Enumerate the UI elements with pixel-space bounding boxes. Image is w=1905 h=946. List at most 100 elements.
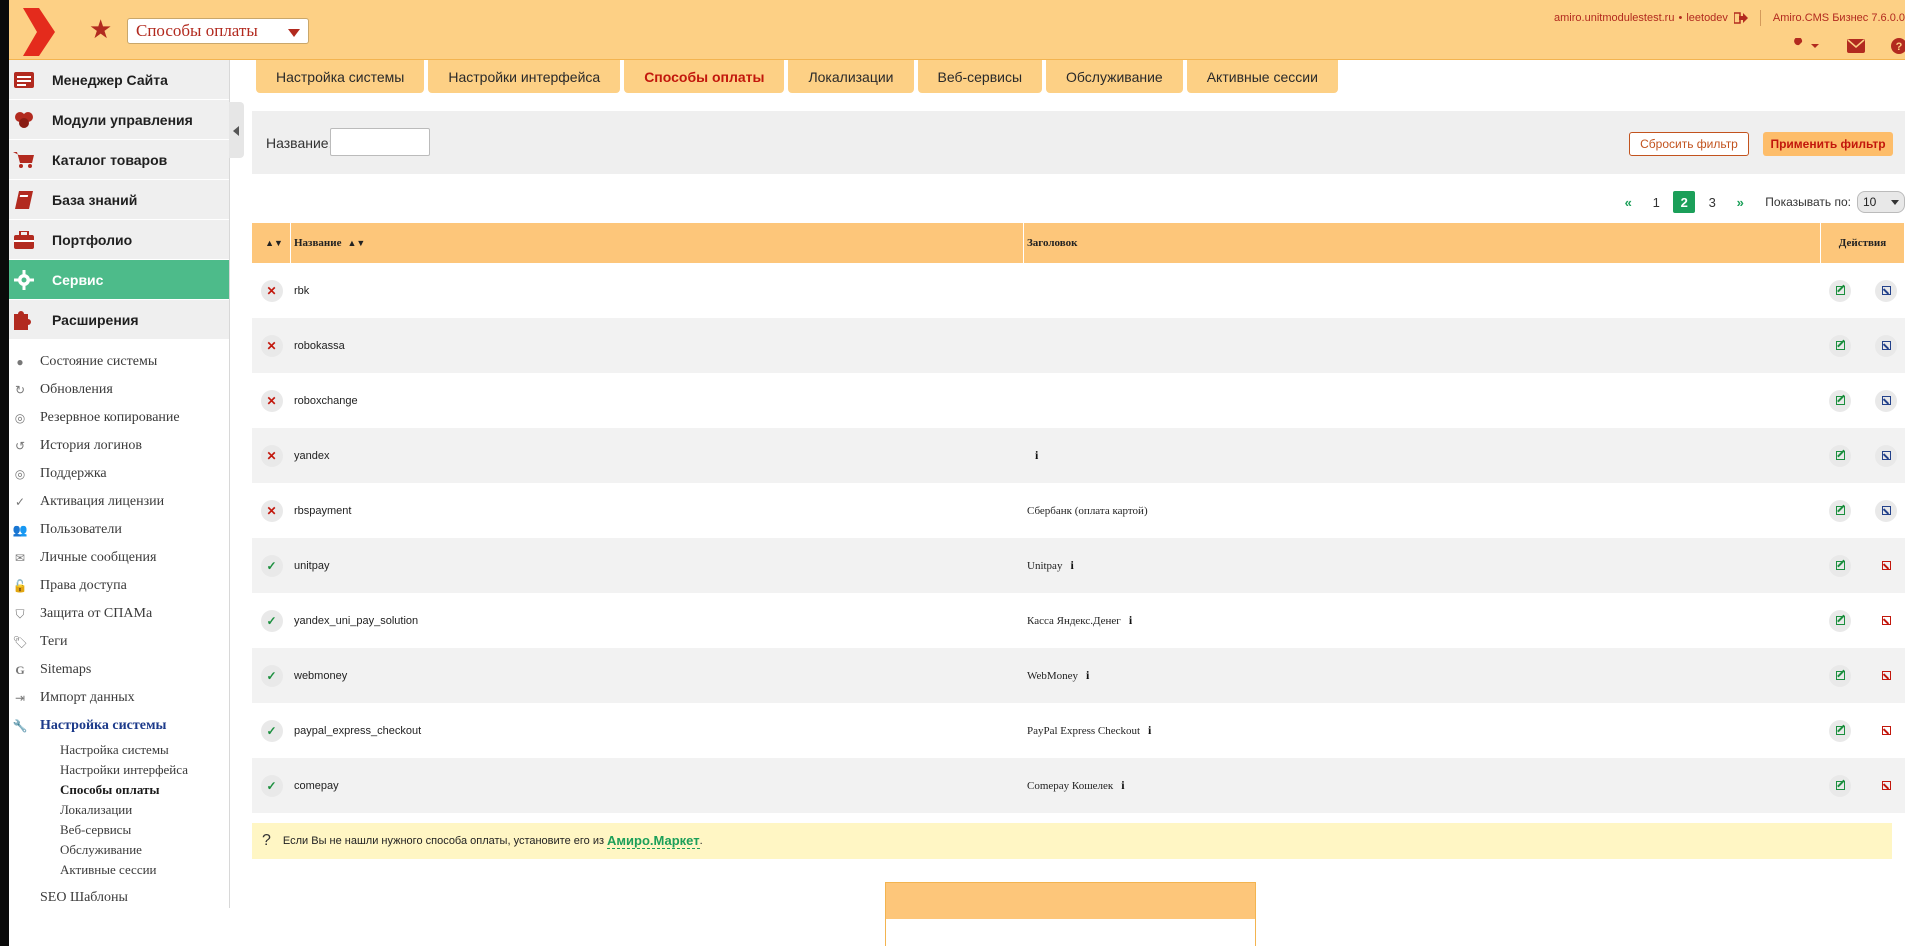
tab-maintenance[interactable]: Обслуживание <box>1046 60 1183 93</box>
sidebar-item-service[interactable]: Сервис <box>9 260 229 300</box>
active-check-icon[interactable]: ✓ <box>260 774 283 797</box>
info-icon[interactable]: i <box>1129 613 1132 628</box>
page-link[interactable]: 3 <box>1701 191 1723 213</box>
delete-button[interactable] <box>1875 775 1897 797</box>
install-button[interactable] <box>1875 389 1897 412</box>
sidebar-subitem-payment-methods[interactable]: Способы оплаты <box>9 780 229 800</box>
edit-button[interactable] <box>1829 334 1851 357</box>
sidebar-item-system-state[interactable]: ● Состояние системы <box>9 348 229 376</box>
sidebar-item-site-manager[interactable]: Менеджер Сайта <box>9 60 229 100</box>
name-filter-input[interactable] <box>330 128 430 156</box>
edit-button[interactable] <box>1829 664 1851 687</box>
sidebar-item-portfolio[interactable]: Портфолио <box>9 220 229 260</box>
sidebar-item-support[interactable]: ◎ Поддержка <box>9 460 229 488</box>
sidebar-item-license[interactable]: ✓ Активация лицензии <box>9 488 229 516</box>
install-button[interactable] <box>1875 444 1897 467</box>
edit-button[interactable] <box>1829 774 1851 797</box>
edit-button[interactable] <box>1829 719 1851 742</box>
info-icon[interactable]: i <box>1070 558 1073 573</box>
install-button[interactable] <box>1875 279 1897 302</box>
delete-button[interactable] <box>1875 610 1897 632</box>
sidebar-subitem-maintenance[interactable]: Обслуживание <box>9 840 229 860</box>
mail-icon[interactable] <box>1847 39 1865 53</box>
logout-icon[interactable] <box>1733 12 1748 24</box>
status-sort-header[interactable]: ▲▼ <box>252 223 291 263</box>
delete-button[interactable] <box>1875 720 1897 742</box>
sidebar-item-knowledge-base[interactable]: База знаний <box>9 180 229 220</box>
info-icon[interactable]: i <box>1148 723 1151 738</box>
sidebar-item-catalog[interactable]: Каталог товаров <box>9 140 229 180</box>
inactive-x-icon[interactable]: ✕ <box>260 279 283 302</box>
info-icon[interactable]: i <box>1121 778 1124 793</box>
sidebar-item-sitemaps[interactable]: G Sitemaps <box>9 656 229 684</box>
edit-button[interactable] <box>1829 389 1851 412</box>
sidebar-item-backup[interactable]: ◎ Резервное копирование <box>9 404 229 432</box>
install-button[interactable] <box>1875 499 1897 522</box>
edit-button[interactable] <box>1829 444 1851 467</box>
reset-filter-button[interactable]: Сбросить фильтр <box>1629 132 1749 156</box>
name-column-header[interactable]: Название ▲▼ <box>291 223 1024 263</box>
inactive-x-icon[interactable]: ✕ <box>260 499 283 522</box>
info-icon[interactable]: i <box>1035 448 1038 463</box>
tab-system-settings[interactable]: Настройка системы <box>256 60 425 93</box>
edit-button[interactable] <box>1829 609 1851 632</box>
active-check-icon[interactable]: ✓ <box>260 609 283 632</box>
sidebar-subitem-interface-settings[interactable]: Настройки интерфейса <box>9 760 229 780</box>
current-page[interactable]: 2 <box>1673 191 1696 213</box>
sidebar-item-seo-templates[interactable]: SEO Шаблоны <box>9 884 229 912</box>
inactive-x-icon[interactable]: ✕ <box>260 389 283 412</box>
tab-active-sessions[interactable]: Активные сессии <box>1186 60 1338 93</box>
active-check-icon[interactable]: ✓ <box>260 664 283 687</box>
install-button[interactable] <box>1875 334 1897 357</box>
sidebar-item-messages[interactable]: ✉ Личные сообщения <box>9 544 229 572</box>
sidebar: Менеджер Сайта Модули управления Каталог… <box>9 60 230 908</box>
prev-page-link[interactable]: « <box>1617 191 1639 213</box>
delete-button[interactable] <box>1875 665 1897 687</box>
user-link[interactable]: leetodev <box>1686 12 1728 24</box>
inactive-x-icon[interactable]: ✕ <box>260 334 283 357</box>
sidebar-subitem-active-sessions[interactable]: Активные сессии <box>9 860 229 880</box>
amiro-market-link[interactable]: Амиро.Маркет <box>607 833 700 849</box>
page-link[interactable]: 1 <box>1645 191 1667 213</box>
sidebar-item-tags[interactable]: 🏷 Теги <box>9 628 229 656</box>
active-check-icon[interactable]: ✓ <box>260 719 283 742</box>
sidebar-item-login-history[interactable]: ↺ История логинов <box>9 432 229 460</box>
sidebar-subitem-web-services[interactable]: Веб-сервисы <box>9 820 229 840</box>
tab-payment-methods[interactable]: Способы оплаты <box>624 60 785 93</box>
sort-arrows-icon[interactable]: ▲▼ <box>347 238 365 248</box>
module-select[interactable]: Способы оплаты <box>127 18 309 44</box>
sidebar-subitem-system-settings[interactable]: Настройка системы <box>9 740 229 760</box>
name-cell: webmoney <box>294 669 348 682</box>
sidebar-item-modules[interactable]: Модули управления <box>9 100 229 140</box>
sidebar-item-spam[interactable]: ⛉ Защита от СПАМа <box>9 600 229 628</box>
edit-button[interactable] <box>1829 499 1851 522</box>
sidebar-item-system-settings[interactable]: 🔧 Настройка системы <box>9 712 229 740</box>
edit-button[interactable] <box>1829 554 1851 577</box>
sidebar-item-import[interactable]: ⇥ Импорт данных <box>9 684 229 712</box>
sidebar-collapse-handle[interactable] <box>229 102 244 158</box>
wrench-icon[interactable] <box>1789 38 1821 54</box>
sidebar-item-extensions[interactable]: Расширения <box>9 300 229 340</box>
actions-column-header: Действия <box>1821 223 1905 263</box>
help-icon[interactable]: ? <box>1891 38 1905 54</box>
info-icon[interactable]: i <box>1086 668 1089 683</box>
table-row: ✕ yandex i <box>252 428 1905 483</box>
tab-interface-settings[interactable]: Настройки интерфейса <box>428 60 621 93</box>
edit-button[interactable] <box>1829 279 1851 302</box>
active-check-icon[interactable]: ✓ <box>260 554 283 577</box>
apply-filter-button[interactable]: Применить фильтр <box>1763 132 1893 156</box>
sidebar-subitem-localizations[interactable]: Локализации <box>9 800 229 820</box>
amiro-logo[interactable] <box>21 8 57 56</box>
per-page-select[interactable]: 10 <box>1857 191 1905 213</box>
tab-web-services[interactable]: Веб-сервисы <box>917 60 1043 93</box>
delete-button[interactable] <box>1875 555 1897 577</box>
inactive-x-icon[interactable]: ✕ <box>260 444 283 467</box>
tab-localizations[interactable]: Локализации <box>788 60 914 93</box>
next-page-link[interactable]: » <box>1729 191 1751 213</box>
sidebar-item-updates[interactable]: ↻ Обновления <box>9 376 229 404</box>
sidebar-item-users[interactable]: 👥 Пользователи <box>9 516 229 544</box>
sort-arrows-icon[interactable]: ▲▼ <box>265 238 283 248</box>
sidebar-item-access[interactable]: 🔓 Права доступа <box>9 572 229 600</box>
favorites-star-icon[interactable]: ★ <box>89 16 112 42</box>
site-link[interactable]: amiro.unitmodulestest.ru <box>1554 12 1674 24</box>
